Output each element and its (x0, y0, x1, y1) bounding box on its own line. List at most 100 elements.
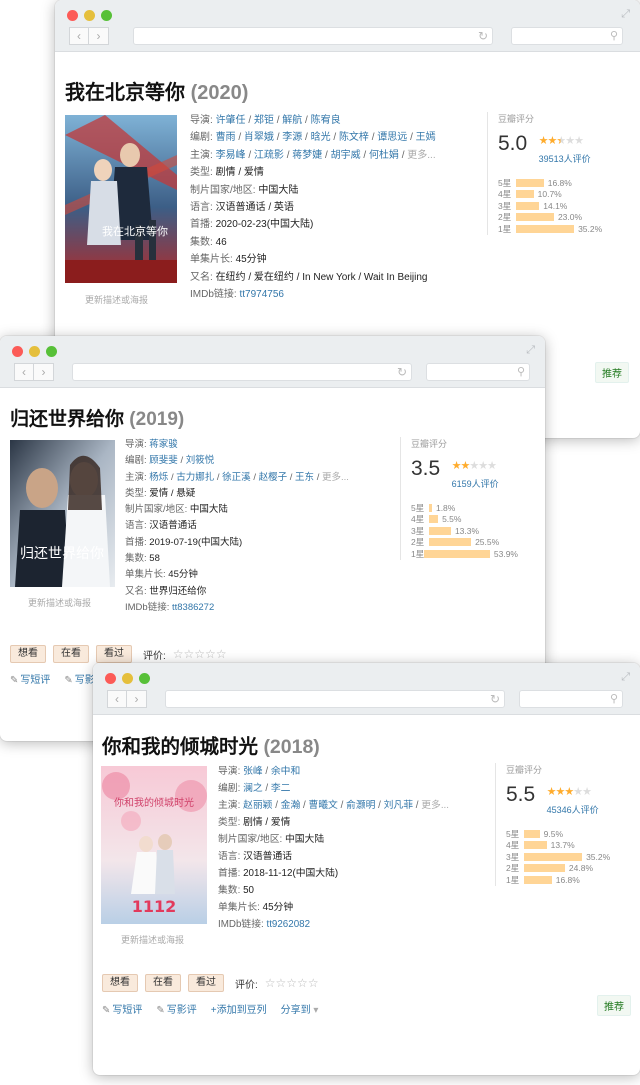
write-short-review-link[interactable]: ✎ 写短评 (102, 1001, 142, 1016)
rating-dist-bar (429, 515, 439, 524)
rating-dist-row: 1星 16.8% (506, 874, 613, 886)
watching-button[interactable]: 在看 (53, 645, 89, 663)
director-link[interactable]: 张峰 (243, 766, 263, 777)
more-cast-link[interactable]: 更多... (322, 472, 349, 483)
fullscreen-icon[interactable]: ⤢ (526, 344, 535, 357)
rating-distribution: 5星 9.5% 4星 13.7% 3星 35.2% 2星 24.8% 1星 16.8% (506, 828, 613, 886)
director-link[interactable]: 陈宥良 (311, 115, 341, 126)
fullscreen-icon[interactable]: ⤢ (621, 8, 630, 21)
more-cast-link[interactable]: 更多... (421, 800, 449, 811)
actor-link[interactable]: 何杜娟 (369, 150, 399, 161)
poster-image[interactable]: 我在北京等你 (65, 115, 177, 283)
minimize-dot-icon[interactable] (84, 10, 95, 21)
actor-link[interactable]: 江疏影 (254, 150, 284, 161)
director-link[interactable]: 郑钜 (254, 115, 274, 126)
rating-dist-label: 1星 (498, 223, 512, 234)
imdb-link[interactable]: tt8386272 (172, 602, 214, 613)
rate-stars-input[interactable]: ☆☆☆☆☆ (173, 647, 227, 661)
address-bar[interactable]: ↻ (133, 27, 493, 45)
actor-link[interactable]: 徐正溪 (222, 472, 251, 483)
back-button[interactable]: ‹ (69, 27, 89, 45)
rating-title: 豆瓣评分 (411, 439, 448, 449)
actor-link[interactable]: 胡宇威 (331, 150, 361, 161)
director-link[interactable]: 余中和 (271, 766, 300, 777)
want-to-watch-button[interactable]: 想看 (10, 645, 46, 663)
director-link[interactable]: 许肇任 (216, 115, 246, 126)
close-dot-icon[interactable] (12, 346, 23, 357)
forward-button[interactable]: › (127, 690, 147, 708)
actor-link[interactable]: 赵丽颖 (243, 800, 272, 811)
director-link[interactable]: 蒋家骏 (149, 439, 178, 450)
maximize-dot-icon[interactable] (101, 10, 112, 21)
search-field[interactable]: ⚲ (511, 27, 623, 45)
writer-link[interactable]: 李二 (271, 783, 291, 794)
add-to-doulist-link[interactable]: +添加到豆列 (211, 1001, 267, 1016)
minimize-dot-icon[interactable] (122, 673, 133, 684)
browser-toolbar: ⤢ ‹ › ↻ ⚲ (55, 0, 640, 52)
minimize-dot-icon[interactable] (29, 346, 40, 357)
maximize-dot-icon[interactable] (139, 673, 150, 684)
writer-link[interactable]: 澜之 (243, 783, 263, 794)
forward-button[interactable]: › (89, 27, 109, 45)
watched-button[interactable]: 看过 (96, 645, 132, 663)
reload-icon[interactable]: ↻ (490, 691, 500, 707)
more-cast-link[interactable]: 更多... (407, 150, 435, 161)
rating-dist-label: 4星 (506, 840, 520, 851)
reload-icon[interactable]: ↻ (397, 364, 407, 380)
votes-link[interactable]: 45346人评价 (547, 803, 599, 816)
maximize-dot-icon[interactable] (46, 346, 57, 357)
poster-image[interactable]: 1112 你和我的倾城时光 (101, 766, 207, 924)
rate-stars-input[interactable]: ☆☆☆☆☆ (265, 976, 319, 990)
writer-link[interactable]: 陈文梓 (339, 132, 369, 143)
actor-link[interactable]: 蒋梦婕 (292, 150, 322, 161)
fullscreen-icon[interactable]: ⤢ (621, 671, 630, 684)
imdb-link[interactable]: tt7974756 (239, 289, 284, 300)
address-bar[interactable]: ↻ (165, 690, 505, 708)
address-bar[interactable]: ↻ (72, 363, 412, 381)
share-link[interactable]: 分享到 ▾ (281, 1001, 319, 1016)
watching-button[interactable]: 在看 (145, 974, 181, 992)
update-poster-link[interactable]: 更新描述或海报 (121, 933, 184, 946)
want-to-watch-button[interactable]: 想看 (102, 974, 138, 992)
back-button[interactable]: ‹ (107, 690, 127, 708)
votes-link[interactable]: 6159人评价 (452, 477, 499, 490)
actor-link[interactable]: 曹曦文 (308, 800, 337, 811)
imdb-link[interactable]: tt9262082 (266, 919, 310, 930)
actor-link[interactable]: 刘凡菲 (384, 800, 413, 811)
write-review-link[interactable]: ✎ 写影评 (156, 1001, 196, 1016)
poster-image[interactable]: 归还世界给你 (10, 440, 115, 587)
actor-link[interactable]: 俞灏明 (346, 800, 375, 811)
actor-link[interactable]: 王东 (295, 472, 314, 483)
writer-link[interactable]: 李源 (282, 132, 302, 143)
votes-link[interactable]: 39513人评价 (539, 152, 591, 165)
update-poster-link[interactable]: 更新描述或海报 (85, 293, 148, 306)
writer-link[interactable]: 曹雨 (216, 132, 236, 143)
director-link[interactable]: 解航 (282, 115, 302, 126)
writer-link[interactable]: 刘筱悦 (186, 455, 215, 466)
search-field[interactable]: ⚲ (519, 690, 623, 708)
back-button[interactable]: ‹ (14, 363, 34, 381)
actor-link[interactable]: 杨烁 (149, 472, 168, 483)
actor-link[interactable]: 赵樱子 (259, 472, 288, 483)
cast-row: 主演: 杨烁 / 古力娜扎 / 徐正溪 / 赵樱子 / 王东 / 更多... (125, 471, 349, 483)
actor-link[interactable]: 金瀚 (281, 800, 301, 811)
actor-link[interactable]: 古力娜扎 (176, 472, 214, 483)
recommend-button[interactable]: 推荐 (595, 362, 629, 383)
search-field[interactable]: ⚲ (426, 363, 530, 381)
writer-link[interactable]: 肖翠娥 (244, 132, 274, 143)
forward-button[interactable]: › (34, 363, 54, 381)
close-dot-icon[interactable] (105, 673, 116, 684)
writer-link[interactable]: 王嫣 (416, 132, 436, 143)
writer-link[interactable]: 谭思远 (377, 132, 407, 143)
pencil-icon: ✎ (156, 1005, 165, 1016)
write-review-link[interactable]: ✎ 写影 (64, 671, 94, 686)
actor-link[interactable]: 李易峰 (216, 150, 246, 161)
write-short-review-link[interactable]: ✎ 写短评 (10, 671, 50, 686)
close-dot-icon[interactable] (67, 10, 78, 21)
watched-button[interactable]: 看过 (188, 974, 224, 992)
recommend-button[interactable]: 推荐 (597, 995, 631, 1016)
reload-icon[interactable]: ↻ (478, 28, 488, 44)
update-poster-link[interactable]: 更新描述或海报 (28, 596, 91, 609)
writer-link[interactable]: 顾斐斐 (149, 455, 178, 466)
writer-link[interactable]: 晗光 (311, 132, 331, 143)
